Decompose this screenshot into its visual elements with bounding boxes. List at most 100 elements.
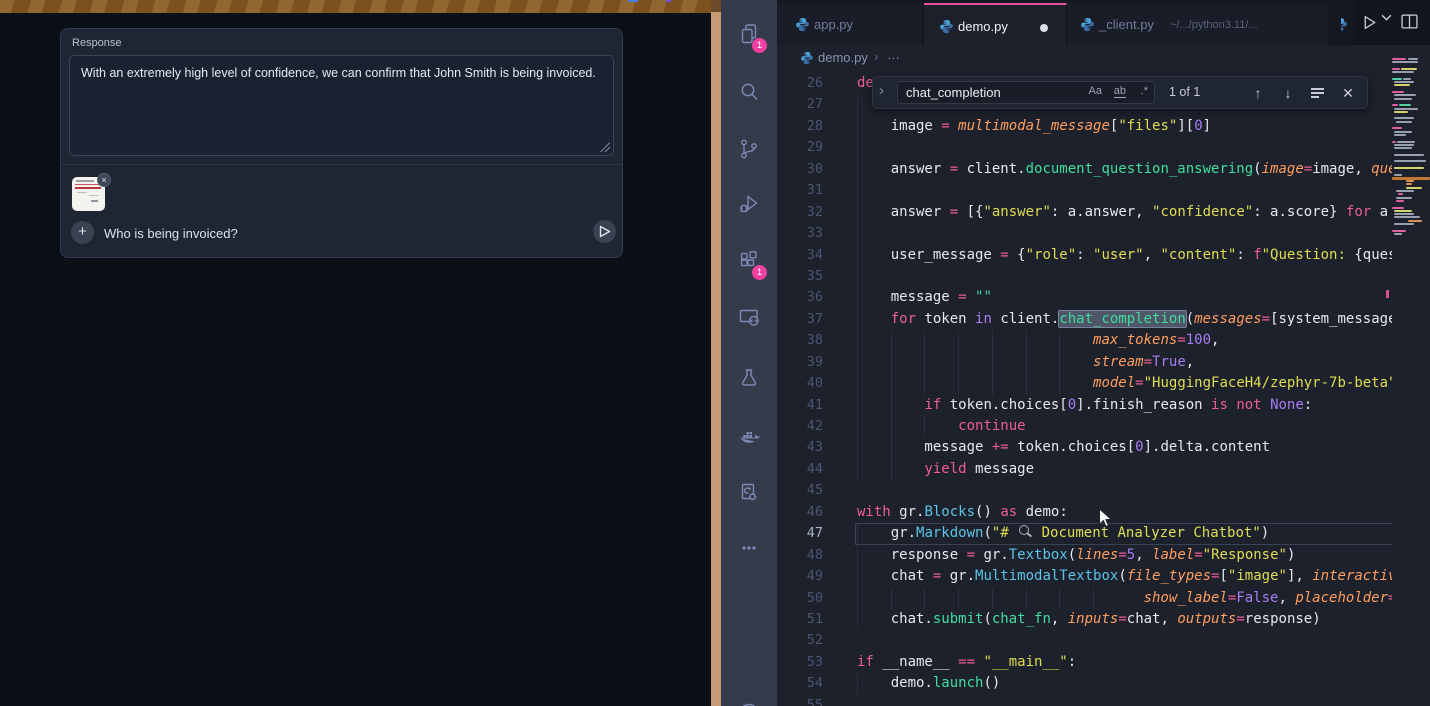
- add-file-button[interactable]: +: [71, 221, 94, 244]
- account-icon: [737, 694, 761, 706]
- line-number: 51: [777, 609, 823, 630]
- minimap-line: [1392, 68, 1400, 70]
- find-results-count: 1 of 1: [1169, 85, 1200, 99]
- tab-demo-py[interactable]: demo.py: [924, 3, 1067, 45]
- minimap-line: [1408, 220, 1422, 222]
- activity-bar: 1: [721, 0, 777, 706]
- find-next-button[interactable]: ↓: [1277, 82, 1299, 104]
- magnifier-emoji: [1017, 525, 1033, 538]
- tab-client-py[interactable]: _client.py ~/.../python3.11/...: [1067, 3, 1330, 45]
- minimap[interactable]: [1392, 45, 1430, 706]
- whole-word-toggle[interactable]: ab: [1114, 85, 1126, 98]
- minimap-line: [1394, 213, 1414, 215]
- resize-handle[interactable]: [600, 142, 610, 152]
- find-in-selection-button[interactable]: [1307, 82, 1329, 104]
- minimap-line: [1394, 98, 1412, 100]
- explorer-badge: 1: [752, 38, 767, 53]
- line-number: 36: [777, 287, 823, 308]
- match-case-toggle[interactable]: Aa: [1089, 85, 1102, 97]
- minimap-line: [1399, 104, 1411, 106]
- run-dropdown-chevron-icon[interactable]: [1381, 14, 1392, 22]
- ellipsis-icon: [737, 536, 761, 560]
- line-number: 53: [777, 652, 823, 673]
- code-line: 41 if token.choices[0].finish_reason is …: [777, 395, 1392, 416]
- minimap-line: [1392, 61, 1418, 63]
- find-input[interactable]: [906, 82, 1061, 103]
- sidebar-item-explorer[interactable]: 1: [725, 10, 773, 58]
- line-number: 39: [777, 352, 823, 373]
- split-editor-button[interactable]: [1401, 14, 1418, 29]
- chat-input[interactable]: Who is being invoiced?: [104, 226, 238, 241]
- sidebar-item-docker[interactable]: [725, 413, 773, 461]
- line-number: 40: [777, 373, 823, 394]
- python-icon: [1080, 17, 1095, 32]
- minimap-line: [1392, 141, 1396, 143]
- code-line: 40 model="HuggingFaceH4/zephyr-7b-beta",: [777, 373, 1392, 394]
- sidebar-item-task-runner[interactable]: [725, 469, 773, 517]
- sidebar-item-remote-explorer[interactable]: [725, 293, 773, 341]
- response-textarea[interactable]: With an extremely high level of confiden…: [69, 55, 614, 156]
- tab-label: demo.py: [958, 19, 1008, 34]
- code-line: 50 show_label=False, placeholder="Upload…: [777, 588, 1392, 609]
- code-line: 46with gr.Blocks() as demo:: [777, 502, 1392, 523]
- sidebar-item-source-control[interactable]: [725, 125, 773, 173]
- line-number: 43: [777, 437, 823, 458]
- minimap-line: [1394, 144, 1414, 146]
- minimap-line: [1392, 78, 1402, 80]
- code-line: 54 demo.launch(): [777, 673, 1392, 694]
- line-number: 49: [777, 566, 823, 587]
- line-number: 34: [777, 245, 823, 266]
- search-icon: [737, 80, 761, 104]
- minimap-line: [1392, 104, 1398, 106]
- breadcrumb-more[interactable]: …: [887, 47, 900, 62]
- python-icon: [795, 17, 810, 32]
- code-line: 36 message = "": [777, 287, 1392, 308]
- line-number: 45: [777, 480, 823, 501]
- line-number: 30: [777, 159, 823, 180]
- minimap-line: [1394, 134, 1406, 136]
- code-line: 49 chat = gr.MultimodalTextbox(file_type…: [777, 566, 1392, 587]
- modified-dot-icon[interactable]: [1040, 24, 1048, 32]
- tab-description: ~/.../python3.11/...: [1170, 19, 1258, 31]
- send-button[interactable]: [593, 220, 616, 243]
- code-line: 39 stream=True,: [777, 352, 1392, 373]
- line-number: 48: [777, 545, 823, 566]
- run-button[interactable]: [1361, 14, 1378, 31]
- sidebar-item-extensions[interactable]: 1: [725, 237, 773, 285]
- minimap-line: [1394, 108, 1418, 110]
- line-number: 33: [777, 223, 823, 244]
- find-widget: › Aa ab .* 1 of 1 ↑ ↓ ✕: [872, 76, 1368, 109]
- minimap-line: [1396, 200, 1404, 202]
- minimap-line: [1396, 121, 1412, 123]
- line-number: 35: [777, 266, 823, 287]
- minimap-line: [1398, 193, 1403, 195]
- minimap-line: [1394, 131, 1412, 133]
- code-line: 48 response = gr.Textbox(lines=5, label=…: [777, 545, 1392, 566]
- find-expand-chevron-icon[interactable]: ›: [879, 82, 884, 99]
- sidebar-item-testing[interactable]: [725, 354, 773, 402]
- code-editor[interactable]: 26def chat_fn(multimodal_message, questi…: [777, 71, 1392, 706]
- minimap-line: [1394, 174, 1402, 176]
- regex-toggle[interactable]: .*: [1141, 85, 1148, 97]
- sidebar-item-more[interactable]: [725, 524, 773, 572]
- find-previous-button[interactable]: ↑: [1247, 82, 1269, 104]
- find-close-button[interactable]: ✕: [1337, 82, 1359, 104]
- tab-label: app.py: [814, 17, 853, 32]
- minimap-line: [1394, 111, 1408, 113]
- response-label: Response: [72, 37, 122, 49]
- thumbnail-close-button[interactable]: ×: [97, 173, 111, 187]
- breadcrumb-file[interactable]: demo.py: [818, 50, 868, 65]
- sidebar-item-run-debug[interactable]: [725, 180, 773, 228]
- code-line: 33: [777, 223, 1392, 244]
- code-line: 38 max_tokens=100,: [777, 330, 1392, 351]
- sidebar-item-account[interactable]: [725, 682, 773, 706]
- browser-bar-speck: [666, 0, 671, 2]
- tab-app-py[interactable]: app.py: [777, 3, 924, 45]
- send-icon: [599, 225, 611, 238]
- minimap-line: [1401, 68, 1417, 70]
- code-line: 52: [777, 630, 1392, 651]
- sidebar-item-search[interactable]: [725, 68, 773, 116]
- code-line: 43 message += token.choices[0].delta.con…: [777, 437, 1392, 458]
- minimap-line: [1394, 210, 1412, 212]
- code-line: 28 image = multimodal_message["files"][0…: [777, 116, 1392, 137]
